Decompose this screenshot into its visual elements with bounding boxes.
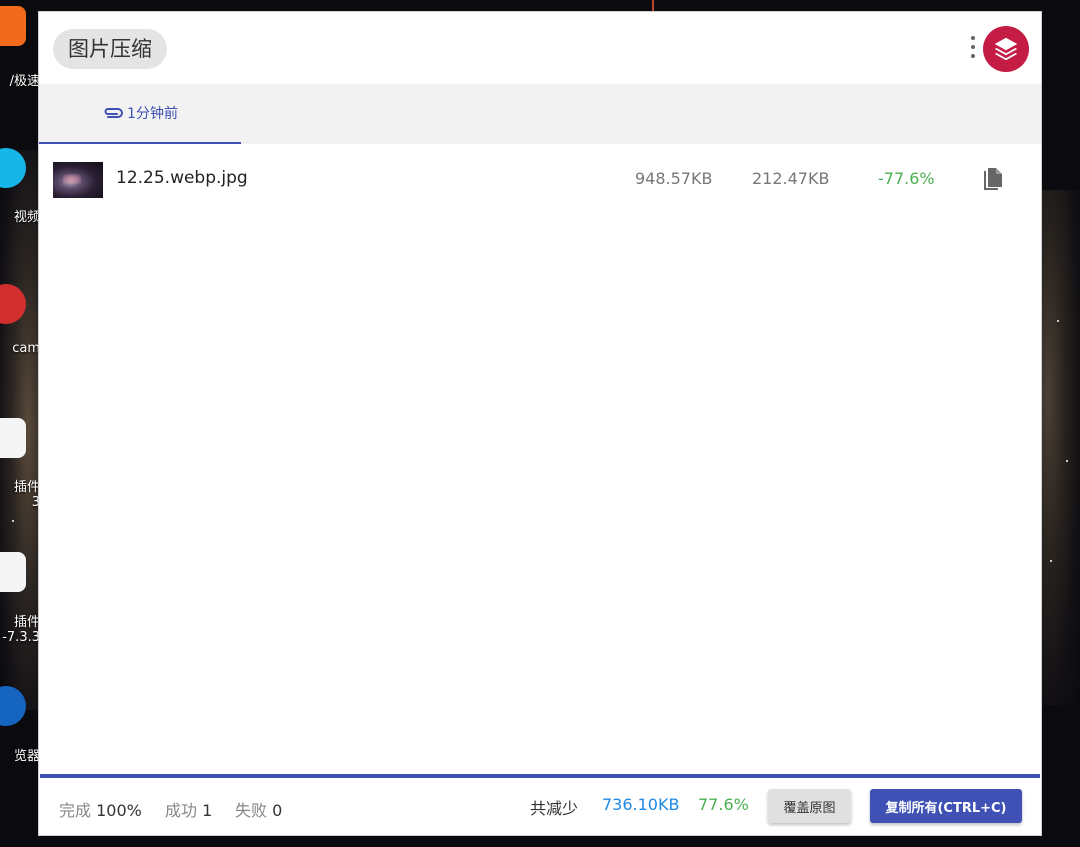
copy-icon[interactable]: [981, 166, 1005, 194]
success-status: 成功 1: [165, 797, 212, 821]
done-value: 100%: [96, 801, 142, 820]
desktop-wallpaper-right: [1040, 190, 1080, 705]
app-header: 图片压缩: [39, 12, 1041, 84]
star: [1066, 460, 1068, 462]
reduced-percent: 77.6%: [698, 795, 749, 814]
desktop-icon-label: 插件: [13, 480, 40, 495]
desktop-icon-label: cam: [12, 341, 40, 356]
compressed-size: 212.47KB: [752, 169, 830, 188]
star: [12, 520, 14, 522]
history-tabbar: 1分钟前: [39, 84, 1041, 144]
tab-recent[interactable]: 1分钟前: [39, 84, 241, 144]
original-size: 948.57KB: [635, 169, 713, 188]
success-label: 成功: [165, 801, 198, 820]
more-vertical-icon[interactable]: [968, 36, 978, 64]
desktop-icon-label: 插件: [13, 615, 40, 630]
success-value: 1: [202, 801, 213, 820]
desktop-app-icon[interactable]: [0, 6, 26, 46]
desktop-icon-label: 览器: [13, 749, 40, 764]
fail-value: 0: [272, 801, 283, 820]
total-reduced: 共减少: [530, 795, 578, 819]
status-footer: 完成 100% 成功 1 失败 0 共减少 736.10KB 77.6% 覆盖原…: [39, 778, 1041, 835]
desktop-icon-label: -7.3.3: [2, 630, 40, 645]
layers-icon[interactable]: [983, 26, 1029, 72]
done-status: 完成 100%: [59, 797, 142, 821]
desktop-file-icon[interactable]: [0, 552, 26, 592]
file-name: 12.25.webp.jpg: [116, 168, 248, 188]
desktop-file-icon[interactable]: [0, 418, 26, 458]
fail-label: 失败: [235, 801, 268, 820]
desktop-icon-label: 视频: [13, 210, 40, 225]
star: [1057, 320, 1059, 322]
file-thumbnail: [53, 162, 103, 198]
size-change-percent: -77.6%: [878, 169, 935, 188]
star: [1050, 560, 1052, 562]
file-row[interactable]: 12.25.webp.jpg 948.57KB 212.47KB -77.6%: [39, 144, 1041, 216]
file-list: 12.25.webp.jpg 948.57KB 212.47KB -77.6%: [39, 144, 1041, 774]
done-label: 完成: [59, 801, 92, 820]
desktop-icon-label: /极速: [9, 74, 40, 89]
tab-label: 1分钟前: [127, 106, 178, 122]
desktop-icon-label: 3: [31, 495, 40, 510]
copy-all-button[interactable]: 复制所有(CTRL+C): [870, 789, 1022, 823]
fail-status: 失败 0: [235, 797, 282, 821]
app-title: 图片压缩: [53, 29, 167, 69]
overwrite-original-button[interactable]: 覆盖原图: [768, 789, 851, 823]
reduced-label: 共减少: [530, 799, 579, 818]
paperclip-icon: [104, 108, 124, 118]
image-compress-window: 图片压缩 1分钟前 12.25.webp.jpg 948.57KB 212.47…: [38, 11, 1042, 836]
reduced-kb: 736.10KB: [602, 795, 680, 814]
